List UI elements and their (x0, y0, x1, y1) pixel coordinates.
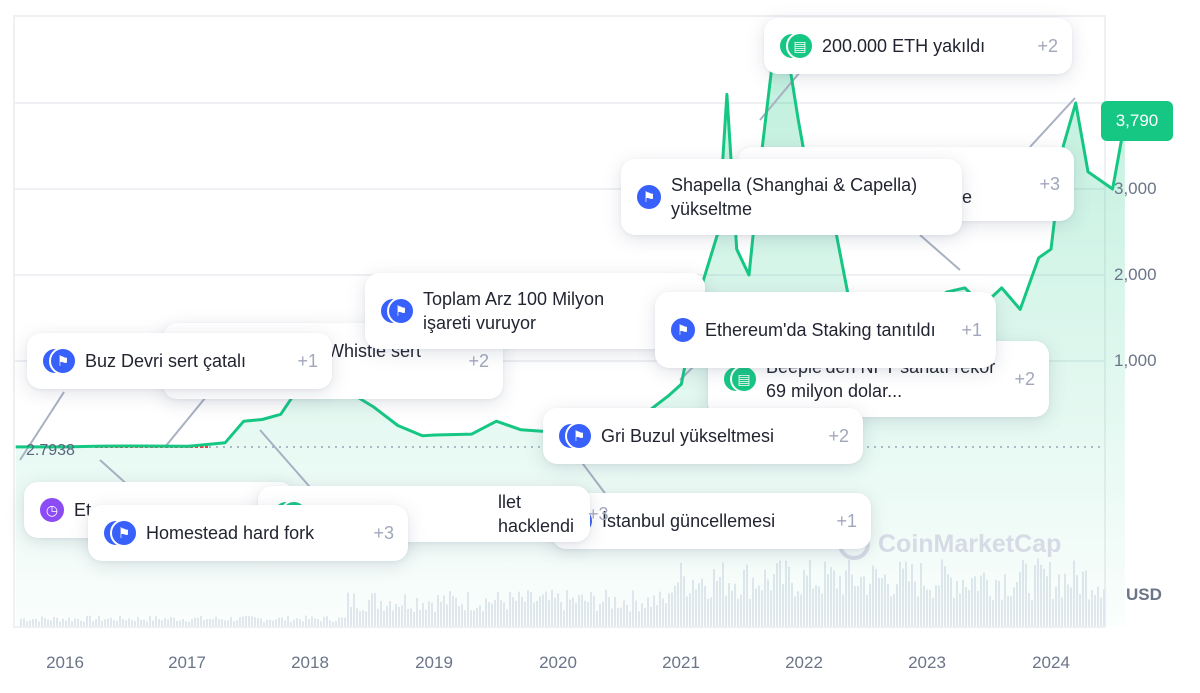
currency-label: USD (1126, 585, 1162, 604)
history-icon: ◷ (38, 496, 66, 524)
event-text: Buz Devri sert çatalı (85, 351, 247, 371)
event-count: +2 (1037, 36, 1058, 56)
flag-icon: ⚑ (635, 183, 663, 211)
event-text: Gri Buzul yükseltmesi (601, 426, 775, 446)
event-count: +1 (836, 511, 857, 531)
event-card-staking[interactable]: ⚑ Ethereum'da Staking tanıtıldı +1 (655, 292, 996, 368)
event-count: +1 (297, 351, 318, 371)
event-text: Homestead hard fork (146, 523, 315, 543)
x-tick-label: 2016 (46, 653, 84, 672)
x-tick-label: 2021 (662, 653, 700, 672)
flag-icon: ⚑ (379, 297, 415, 325)
event-connector-line (164, 391, 211, 448)
event-count: +2 (468, 351, 489, 371)
event-count: +3 (1039, 174, 1060, 194)
document-icon: ▤ (722, 365, 758, 393)
coinmarketcap-watermark: CoinMarketCap (838, 528, 1061, 560)
x-tick-label: 2024 (1032, 653, 1070, 672)
y-tick-label: 2,000 (1114, 265, 1157, 284)
event-count: +2 (828, 426, 849, 446)
y-tick-label: 1,000 (1114, 351, 1157, 370)
event-card-eth-burn[interactable]: ▤ 200.000 ETH yakıldı +2 (764, 18, 1072, 74)
x-tick-label: 2018 (291, 653, 329, 672)
event-text: İstanbul güncellemesi (602, 511, 776, 531)
flag-icon: ⚑ (669, 316, 697, 344)
event-card-ice-age[interactable]: ⚑ Buz Devri sert çatalı +1 (27, 333, 332, 389)
event-text: Toplam Arz 100 Milyon işareti vuruyor (423, 289, 605, 333)
current-price-badge: 3,790 (1101, 101, 1173, 141)
event-text: Ethereum'da Staking tanıtıldı (705, 320, 936, 340)
flag-icon: ⚑ (557, 422, 593, 450)
event-count: +3 (588, 504, 609, 524)
x-tick-label: 2022 (785, 653, 823, 672)
event-card-shapella[interactable]: ⚑ Shapella (Shanghai & Capella) yükseltm… (621, 159, 962, 235)
x-tick-label: 2023 (908, 653, 946, 672)
event-count: +2 (1014, 369, 1035, 389)
event-count: +3 (373, 523, 394, 543)
x-tick-label: 2017 (168, 653, 206, 672)
event-connector-line (919, 234, 961, 271)
event-card-muir-glacier[interactable]: ⚑ Gri Buzul yükseltmesi +2 (543, 408, 863, 464)
baseline-value-label: 2.7938 (26, 442, 75, 459)
event-text: Shapella (Shanghai & Capella) yükseltme (671, 175, 918, 219)
x-tick-label: 2020 (539, 653, 577, 672)
flag-icon: ⚑ (41, 347, 77, 375)
event-card-homestead[interactable]: ⚑ Homestead hard fork +3 (88, 505, 408, 561)
y-tick-label: 3,000 (1114, 179, 1157, 198)
flag-icon: ⚑ (102, 519, 138, 547)
event-count: +1 (961, 320, 982, 340)
event-card-total-supply[interactable]: ⚑ Toplam Arz 100 Milyon işareti vuruyor … (365, 273, 705, 349)
x-tick-label: 2019 (415, 653, 453, 672)
document-icon: ▤ (778, 32, 814, 60)
event-text: 200.000 ETH yakıldı (822, 36, 986, 56)
